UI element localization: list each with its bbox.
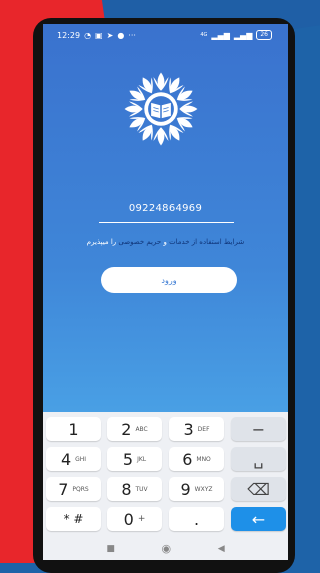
battery-icon: 26 [256, 30, 272, 40]
enter-arrow-icon: ← [251, 509, 266, 529]
recent-apps-icon[interactable]: ■ [106, 544, 115, 554]
key-space[interactable]: ␣ [231, 447, 286, 471]
key-letters: WXYZ [194, 485, 213, 493]
signal-icon-2: ▂▄▆ [233, 30, 253, 40]
more-icon: ··· [128, 30, 136, 40]
key-0[interactable]: 0 + [107, 507, 162, 531]
key-6[interactable]: 6 MNO [169, 447, 224, 471]
app-icon: ● [117, 30, 125, 40]
login-button[interactable]: ورود [101, 267, 237, 293]
key-7[interactable]: 7 PQRS [46, 477, 101, 501]
phone-screen: 12:29 ◔ ▣ ➤ ● ··· 4G ▂▄▆ ▂▄▆ 26 09224864… [43, 24, 288, 560]
terms-text: شرایط استفاده از خدمات و حریم خصوصی را م… [43, 238, 288, 246]
status-bar: 12:29 ◔ ▣ ➤ ● ··· 4G ▂▄▆ ▂▄▆ 26 [43, 24, 288, 46]
status-right: 4G ▂▄▆ ▂▄▆ 26 [200, 30, 272, 40]
key-letters: MNO [196, 455, 211, 463]
key-9[interactable]: 9 WXYZ [169, 477, 224, 501]
key-8[interactable]: 8 TUV [107, 477, 162, 501]
numeric-keypad: 1 2 ABC 3 DEF − 4 GHI 5 JKL 6 MNO ␣ 7 PQRS 8 TU… [43, 412, 288, 537]
signal-icon: ▂▄▆ [211, 30, 230, 40]
key-digit: 6 [182, 449, 193, 469]
key-2[interactable]: 2 ABC [107, 417, 162, 441]
key-3[interactable]: 3 DEF [169, 417, 224, 441]
key-digit: . [193, 509, 200, 529]
key-dot[interactable]: . [169, 507, 224, 531]
key-backspace[interactable]: ⌫ [231, 477, 286, 501]
space-icon: ␣ [253, 449, 264, 469]
home-icon[interactable]: ◉ [161, 542, 171, 555]
key-star-hash[interactable]: * # [46, 507, 101, 531]
privacy-link[interactable]: حریم خصوصی [118, 238, 161, 246]
key-letters: DEF [197, 425, 210, 433]
key-digit: * # [63, 512, 84, 526]
terms-accept: را میپذیرم [86, 238, 117, 246]
backspace-icon: ⌫ [247, 479, 270, 499]
battery-level: 26 [260, 31, 268, 38]
terms-of-service-link[interactable]: شرایط استفاده از خدمات [169, 238, 244, 246]
telegram-icon: ➤ [106, 30, 114, 40]
key-4[interactable]: 4 GHI [46, 447, 101, 471]
key-letters: TUV [135, 485, 148, 493]
key-digit: 9 [180, 479, 191, 499]
minus-icon: − [251, 419, 266, 439]
key-letters: GHI [75, 455, 87, 463]
key-digit: 5 [122, 449, 134, 469]
key-digit: 3 [183, 419, 194, 439]
key-enter[interactable]: ← [231, 507, 286, 531]
terms-and: و [163, 238, 167, 246]
phone-field-underline [99, 222, 234, 223]
key-5[interactable]: 5 JKL [107, 447, 162, 471]
key-minus[interactable]: − [231, 417, 286, 441]
key-digit: 1 [68, 419, 79, 439]
key-letters: PQRS [72, 485, 89, 493]
key-letters: ABC [135, 425, 148, 433]
back-icon[interactable]: ◀ [218, 544, 225, 554]
key-digit: 0 [123, 509, 134, 529]
key-digit: 7 [58, 479, 69, 499]
app-logo [124, 72, 198, 146]
phone-number-field[interactable]: 09224864969 [43, 203, 288, 214]
status-left: 12:29 ◔ ▣ ➤ ● ··· [57, 31, 136, 40]
key-1[interactable]: 1 [46, 417, 101, 441]
status-time: 12:29 [57, 30, 81, 40]
sim-icon: ▣ [95, 30, 103, 40]
alarm-icon: ◔ [84, 30, 92, 40]
key-digit: 8 [121, 479, 132, 499]
key-digit: 4 [60, 449, 72, 469]
key-letters: + [137, 514, 146, 524]
key-digit: 2 [121, 419, 132, 439]
network-label: 4G [200, 32, 208, 38]
navigation-bar: ■ ◉ ◀ [43, 537, 288, 560]
key-letters: JKL [137, 455, 147, 463]
